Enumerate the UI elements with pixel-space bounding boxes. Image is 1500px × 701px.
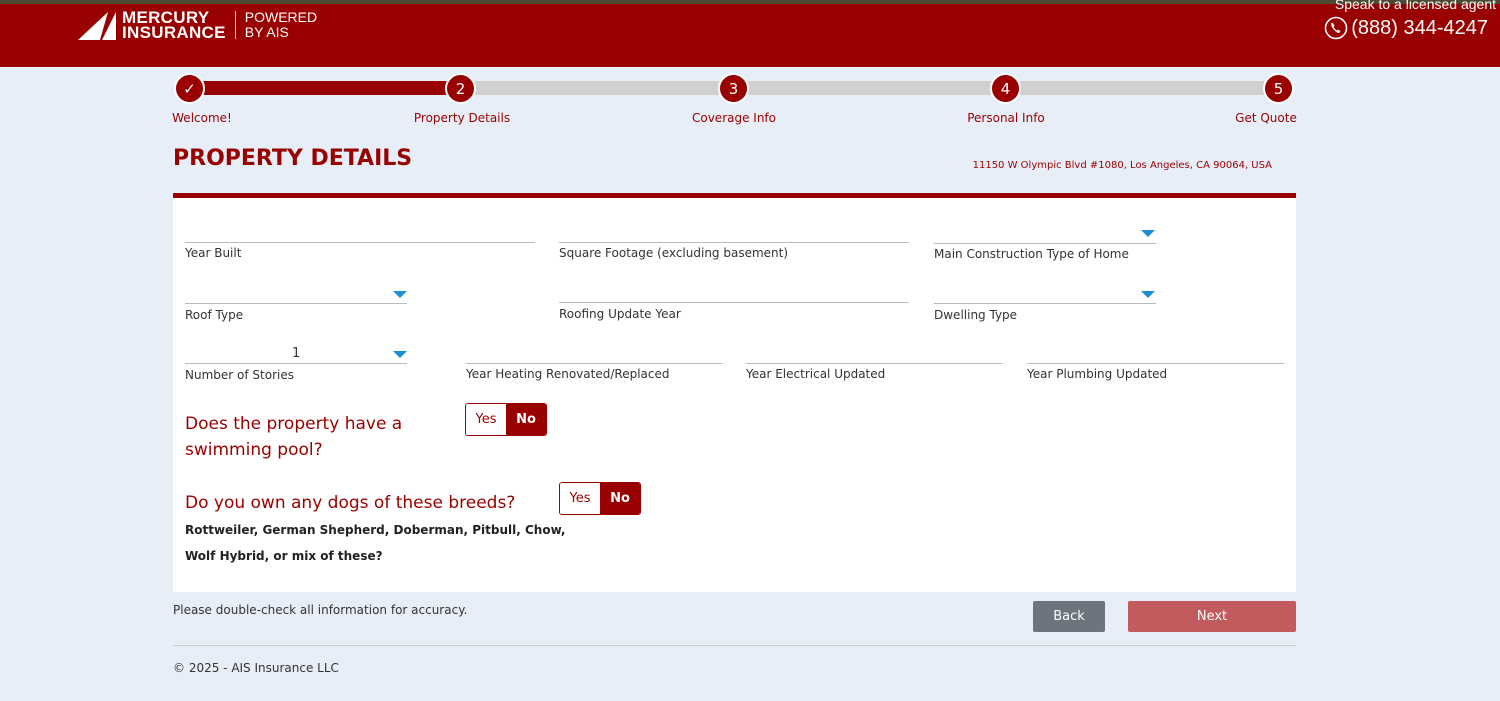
phone-link[interactable]: (888) 344-4247 bbox=[1324, 16, 1488, 40]
step-3-circle: 3 bbox=[718, 73, 749, 104]
dogs-question: Do you own any dogs of these breeds? bbox=[185, 493, 516, 513]
dogs-no-button[interactable]: No bbox=[600, 483, 640, 514]
roof-year-label: Roofing Update Year bbox=[559, 307, 681, 321]
step-2-circle[interactable]: 2 bbox=[445, 73, 476, 104]
stories-value: 1 bbox=[292, 346, 301, 361]
property-address: 11150 W Olympic Blvd #1080, Los Angeles,… bbox=[972, 160, 1272, 171]
construction-label: Main Construction Type of Home bbox=[934, 247, 1129, 261]
pool-yes-button[interactable]: Yes bbox=[466, 404, 506, 435]
construction-select[interactable] bbox=[934, 243, 1156, 244]
chevron-down-icon[interactable] bbox=[1141, 230, 1155, 237]
phone-icon bbox=[1324, 16, 1348, 40]
logo-divider bbox=[234, 11, 236, 39]
copyright: © 2025 - AIS Insurance LLC bbox=[173, 661, 339, 675]
roof-type-select[interactable] bbox=[185, 303, 407, 304]
sqft-label: Square Footage (excluding basement) bbox=[559, 246, 789, 260]
stories-label: Number of Stories bbox=[185, 368, 294, 382]
chevron-down-icon[interactable] bbox=[393, 351, 407, 358]
pool-question-line2: swimming pool? bbox=[185, 440, 323, 460]
powered-line1: POWERED bbox=[244, 9, 318, 25]
dogs-breeds-line1: Rottweiler, German Shepherd, Doberman, P… bbox=[185, 523, 566, 537]
year-built-label: Year Built bbox=[185, 246, 242, 260]
step-4-label: Personal Info bbox=[967, 111, 1045, 125]
heating-label: Year Heating Renovated/Replaced bbox=[466, 367, 670, 381]
step-5-label: Get Quote bbox=[1235, 111, 1297, 125]
dwelling-label: Dwelling Type bbox=[934, 308, 1018, 322]
phone-number: (888) 344-4247 bbox=[1351, 16, 1488, 39]
accuracy-note: Please double-check all information for … bbox=[173, 603, 468, 617]
progress-fill bbox=[190, 81, 461, 95]
step-3-label: Coverage Info bbox=[691, 111, 777, 125]
electrical-input[interactable] bbox=[746, 363, 1003, 364]
step-1-label: Welcome! bbox=[172, 111, 232, 125]
dogs-breeds: Rottweiler, German Shepherd, Doberman, P… bbox=[185, 517, 565, 569]
roof-type-label: Roof Type bbox=[185, 308, 244, 322]
dwelling-select[interactable] bbox=[934, 303, 1156, 304]
sqft-input[interactable] bbox=[559, 242, 909, 243]
chevron-down-icon[interactable] bbox=[1141, 291, 1155, 298]
back-button[interactable]: Back bbox=[1033, 601, 1105, 632]
year-built-input[interactable] bbox=[185, 242, 535, 243]
plumbing-label: Year Plumbing Updated bbox=[1027, 367, 1168, 381]
pool-no-button[interactable]: No bbox=[506, 404, 546, 435]
roof-year-input[interactable] bbox=[559, 302, 909, 303]
plumbing-input[interactable] bbox=[1027, 363, 1284, 364]
header: MERCURY INSURANCE POWERED BY AIS Speak to … bbox=[0, 0, 1500, 67]
step-1-circle[interactable]: ✓ bbox=[174, 73, 205, 104]
dogs-yes-button[interactable]: Yes bbox=[560, 483, 600, 514]
mercury-logo-icon bbox=[78, 12, 116, 40]
brand-line2: INSURANCE bbox=[122, 23, 226, 42]
step-4-circle: 4 bbox=[990, 73, 1021, 104]
pool-toggle[interactable]: Yes No bbox=[465, 403, 547, 436]
stories-select[interactable] bbox=[185, 363, 407, 364]
logo[interactable]: MERCURY INSURANCE POWERED BY AIS bbox=[78, 9, 318, 42]
chevron-down-icon[interactable] bbox=[393, 291, 407, 298]
step-2-label: Property Details bbox=[413, 111, 511, 125]
next-button[interactable]: Next bbox=[1128, 601, 1296, 632]
powered-line2: BY AIS bbox=[244, 24, 289, 40]
electrical-label: Year Electrical Updated bbox=[746, 367, 886, 381]
pool-question: Does the property have a swimming pool? bbox=[185, 411, 402, 463]
footer-divider bbox=[173, 645, 1296, 646]
heating-input[interactable] bbox=[466, 363, 723, 364]
dogs-breeds-line2: Wolf Hybrid, or mix of these? bbox=[185, 549, 383, 563]
pool-question-line1: Does the property have a bbox=[185, 414, 403, 434]
page-title: PROPERTY DETAILS bbox=[173, 146, 413, 171]
dogs-toggle[interactable]: Yes No bbox=[559, 482, 641, 515]
step-5-circle: 5 bbox=[1263, 73, 1294, 104]
speak-agent-text: Speak to a licensed agent bbox=[1334, 0, 1496, 12]
